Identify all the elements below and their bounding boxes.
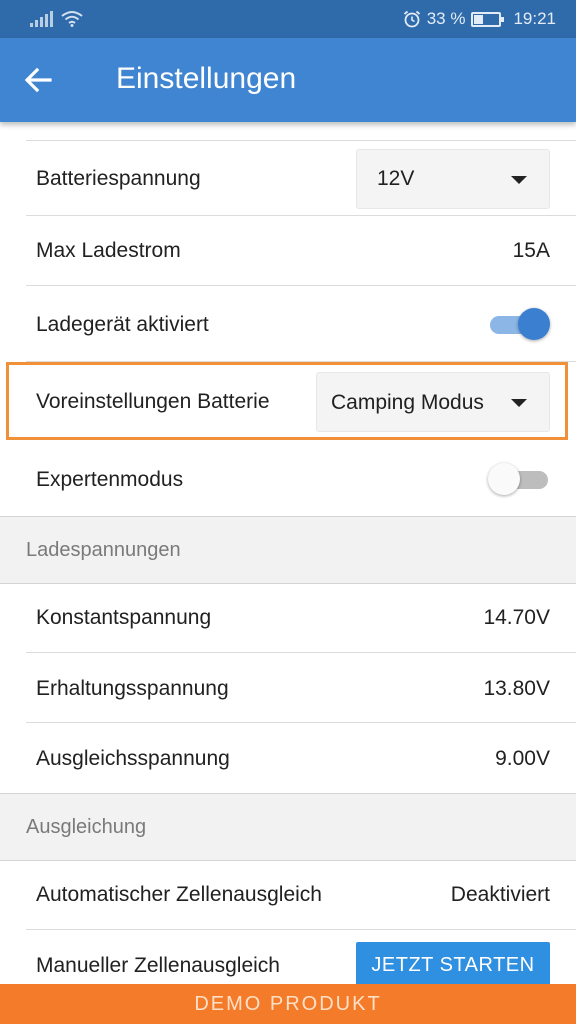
- expert-mode-row: Expertenmodus: [26, 440, 576, 516]
- preset-highlight-frame: [6, 362, 568, 440]
- auto-balancing-value: Deaktiviert: [450, 883, 550, 906]
- auto-balancing-row: Automatischer Zellenausgleich Deaktivier…: [26, 861, 576, 930]
- demo-banner: DEMO PRODUKT: [0, 984, 576, 1024]
- page-title: Einstellungen: [116, 62, 297, 95]
- list-item: Erhaltungsspannung 13.80V: [26, 653, 576, 723]
- float-voltage-label: Erhaltungsspannung: [36, 677, 229, 700]
- charger-enabled-label: Ladegerät aktiviert: [36, 313, 209, 336]
- list-item: Ausgleichsspannung 9.00V: [26, 723, 576, 793]
- charge-voltages-title: Ladespannungen: [26, 539, 181, 561]
- wifi-icon: [61, 11, 83, 27]
- expert-mode-label: Expertenmodus: [36, 468, 184, 491]
- float-voltage-value: 13.80V: [483, 677, 550, 700]
- battery-voltage-select[interactable]: 12V: [356, 149, 550, 209]
- status-bar: 33 % 19:21: [0, 0, 576, 38]
- start-now-button[interactable]: JETZT STARTEN: [356, 942, 550, 988]
- app-bar: Einstellungen: [0, 38, 576, 122]
- max-charge-current-value: 15A: [512, 239, 550, 262]
- arrow-left-icon[interactable]: [18, 60, 58, 100]
- alarm-icon: [403, 10, 420, 28]
- charger-enabled-row: Ladegerät aktiviert: [26, 286, 576, 362]
- equalization-voltage-value: 9.00V: [495, 747, 550, 770]
- equalization-voltage-label: Ausgleichsspannung: [36, 747, 230, 770]
- constant-voltage-label: Konstantspannung: [36, 606, 212, 629]
- battery-voltage-value: 12V: [377, 167, 415, 190]
- max-charge-current-row: Max Ladestrom 15A: [26, 216, 576, 286]
- balancing-title: Ausgleichung: [26, 816, 147, 838]
- balancing-section-header: Ausgleichung: [0, 793, 576, 861]
- manual-balancing-label: Manueller Zellenausgleich: [36, 954, 280, 977]
- battery-voltage-row: Batteriespannung 12V: [26, 140, 576, 216]
- signal-icon: [30, 10, 53, 27]
- auto-balancing-label: Automatischer Zellenausgleich: [36, 883, 322, 906]
- list-item: Konstantspannung 14.70V: [26, 584, 576, 653]
- charger-enabled-toggle[interactable]: [488, 306, 550, 342]
- constant-voltage-value: 14.70V: [483, 606, 550, 629]
- battery-percent: 33 %: [426, 9, 466, 28]
- status-time: 19:21: [513, 9, 556, 28]
- charge-voltages-section-header: Ladespannungen: [0, 516, 576, 584]
- max-charge-current-label: Max Ladestrom: [36, 239, 181, 262]
- battery-icon: [471, 11, 505, 27]
- battery-voltage-label: Batteriespannung: [36, 167, 201, 190]
- chevron-down-icon: [511, 176, 527, 184]
- expert-mode-toggle[interactable]: [488, 461, 550, 497]
